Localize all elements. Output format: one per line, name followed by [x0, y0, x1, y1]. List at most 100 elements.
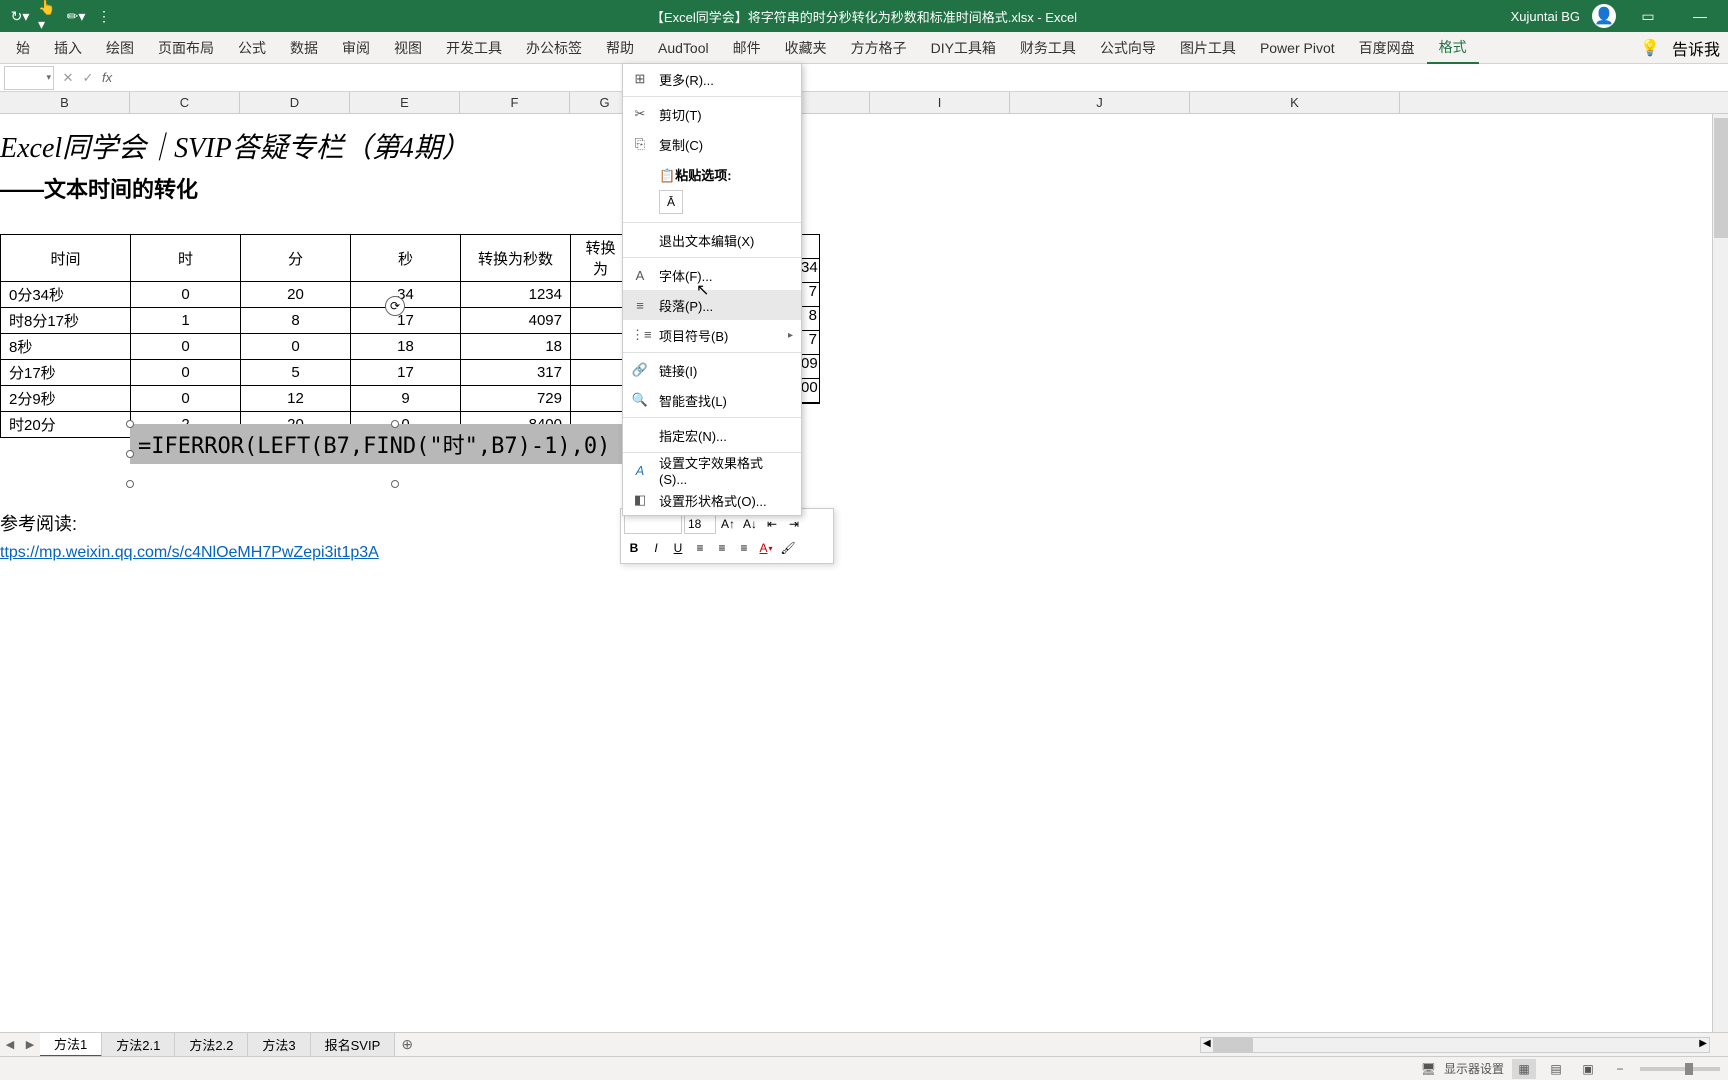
tab-review[interactable]: 审阅 [330, 32, 382, 64]
fx-icon[interactable]: fx [102, 70, 112, 85]
table-cell[interactable]: 18 [461, 334, 571, 360]
display-settings-label[interactable]: 显示器设置 [1444, 1060, 1504, 1077]
column-header[interactable]: J [1010, 92, 1190, 113]
menu-cut[interactable]: ✂剪切(T) [623, 99, 801, 129]
textbox-content[interactable]: =IFERROR(LEFT(B7,FIND("时",B7)-1),0) [130, 424, 660, 464]
worksheet[interactable]: Excel同学会｜SVIP答疑专栏（第4期） ——文本时间的转化 时间时分秒转换… [0, 114, 1728, 874]
horizontal-scrollbar[interactable]: ◀ ▶ [1200, 1037, 1710, 1053]
font-selector[interactable] [624, 514, 682, 534]
enter-icon[interactable]: ✓ [78, 68, 98, 88]
touch-mode-icon[interactable]: 👆▾ [38, 6, 58, 26]
tab-power-pivot[interactable]: Power Pivot [1248, 32, 1347, 64]
column-header[interactable]: F [460, 92, 570, 113]
decrease-font-icon[interactable]: A↓ [740, 514, 760, 534]
table-cell[interactable]: 317 [461, 360, 571, 386]
table-cell[interactable]: 0 [131, 282, 241, 308]
scroll-left-icon[interactable]: ◀ [1203, 1038, 1211, 1049]
table-cell[interactable]: 0 [241, 334, 351, 360]
menu-link[interactable]: 🔗链接(I) [623, 355, 801, 385]
brush-icon[interactable]: ✏▾ [66, 6, 86, 26]
italic-icon[interactable]: I [646, 538, 666, 558]
decrease-indent-icon[interactable]: ⇤ [762, 514, 782, 534]
table-cell[interactable]: 2分9秒 [1, 386, 131, 412]
table-cell[interactable]: 0 [131, 360, 241, 386]
table-cell[interactable]: 12 [241, 386, 351, 412]
tab-diy[interactable]: DIY工具箱 [919, 32, 1008, 64]
table-cell[interactable]: 9 [351, 386, 461, 412]
table-cell[interactable]: 17 [351, 308, 461, 334]
add-sheet-icon[interactable]: ⊕ [395, 1033, 419, 1057]
tab-home[interactable]: 始 [4, 32, 42, 64]
name-box[interactable] [4, 66, 54, 90]
sheet-tab[interactable]: 方法2.2 [175, 1033, 248, 1057]
tab-fanggezi[interactable]: 方方格子 [839, 32, 919, 64]
page-break-view-icon[interactable]: ▣ [1576, 1059, 1600, 1079]
resize-handle[interactable] [391, 480, 399, 488]
table-cell[interactable]: 729 [461, 386, 571, 412]
formula-textbox[interactable]: ⟳ =IFERROR(LEFT(B7,FIND("时",B7)-1),0) [130, 424, 660, 484]
tab-data[interactable]: 数据 [278, 32, 330, 64]
zoom-thumb[interactable] [1685, 1063, 1693, 1075]
resize-handle[interactable] [126, 450, 134, 458]
table-cell[interactable]: 34 [351, 282, 461, 308]
tell-me[interactable]: 告诉我 [1672, 36, 1720, 60]
lightbulb-icon[interactable]: 💡 [1640, 38, 1660, 58]
menu-copy[interactable]: ⎘复制(C) [623, 129, 801, 159]
column-header[interactable]: I [870, 92, 1010, 113]
align-left-icon[interactable]: ≡ [690, 538, 710, 558]
tab-finance[interactable]: 财务工具 [1008, 32, 1088, 64]
tab-page-layout[interactable]: 页面布局 [146, 32, 226, 64]
tab-format[interactable]: 格式 [1427, 32, 1479, 64]
scrollbar-thumb[interactable] [1714, 118, 1728, 238]
table-cell[interactable]: 8 [241, 308, 351, 334]
table-cell[interactable]: 0 [131, 334, 241, 360]
tab-office[interactable]: 办公标签 [514, 32, 594, 64]
resize-handle[interactable] [391, 420, 399, 428]
align-center-icon[interactable]: ≡ [712, 538, 732, 558]
column-header[interactable]: D [240, 92, 350, 113]
sheet-tab[interactable]: 方法1 [40, 1033, 102, 1057]
tab-mail[interactable]: 邮件 [721, 32, 773, 64]
resize-handle[interactable] [126, 480, 134, 488]
tab-developer[interactable]: 开发工具 [434, 32, 514, 64]
table-cell[interactable]: 时20分 [1, 412, 131, 438]
scrollbar-thumb[interactable] [1213, 1038, 1253, 1052]
cancel-icon[interactable]: ✕ [58, 68, 78, 88]
menu-smart-lookup[interactable]: 🔍智能查找(L) [623, 385, 801, 415]
table-cell[interactable]: 1 [131, 308, 241, 334]
font-size-input[interactable] [684, 514, 716, 534]
sheet-tab[interactable]: 方法2.1 [102, 1033, 175, 1057]
menu-assign-macro[interactable]: 指定宏(N)... [623, 420, 801, 450]
tab-formulas[interactable]: 公式 [226, 32, 278, 64]
column-header[interactable]: C [130, 92, 240, 113]
align-right-icon[interactable]: ≡ [734, 538, 754, 558]
ribbon-display-icon[interactable]: ▭ [1628, 0, 1668, 32]
menu-font[interactable]: A字体(F)... [623, 260, 801, 290]
column-header[interactable]: E [350, 92, 460, 113]
table-cell[interactable]: 0分34秒 [1, 282, 131, 308]
table-cell[interactable]: 时8分17秒 [1, 308, 131, 334]
redo-icon[interactable]: ↻▾ [10, 6, 30, 26]
menu-text-effects[interactable]: A设置文字效果格式(S)... [623, 455, 801, 485]
rotate-handle-icon[interactable]: ⟳ [385, 296, 405, 316]
reference-link[interactable]: ttps://mp.weixin.qq.com/s/c4NlOeMH7PwZep… [0, 544, 379, 562]
tab-favorites[interactable]: 收藏夹 [773, 32, 839, 64]
qat-overflow-icon[interactable]: ⋮ [94, 6, 114, 26]
display-settings-icon[interactable]: 🖥 [1421, 1062, 1436, 1076]
column-header[interactable]: B [0, 92, 130, 113]
font-color-icon[interactable]: A [756, 538, 776, 558]
sheet-tab[interactable]: 方法3 [248, 1033, 310, 1057]
zoom-out-icon[interactable]: − [1608, 1059, 1632, 1079]
table-cell[interactable]: 18 [351, 334, 461, 360]
menu-more[interactable]: ⊞更多(R)... [623, 64, 801, 94]
minimize-icon[interactable]: — [1680, 0, 1720, 32]
underline-icon[interactable]: U [668, 538, 688, 558]
tab-formula-guide[interactable]: 公式向导 [1088, 32, 1168, 64]
avatar[interactable]: 👤 [1592, 4, 1616, 28]
scroll-right-icon[interactable]: ▶ [1699, 1038, 1707, 1049]
tab-draw[interactable]: 绘图 [94, 32, 146, 64]
vertical-scrollbar[interactable] [1712, 114, 1728, 1032]
table-cell[interactable]: 8秒 [1, 334, 131, 360]
sheet-tab[interactable]: 报名SVIP [311, 1033, 396, 1057]
menu-bullets[interactable]: ⋮≡项目符号(B)▸ [623, 320, 801, 350]
